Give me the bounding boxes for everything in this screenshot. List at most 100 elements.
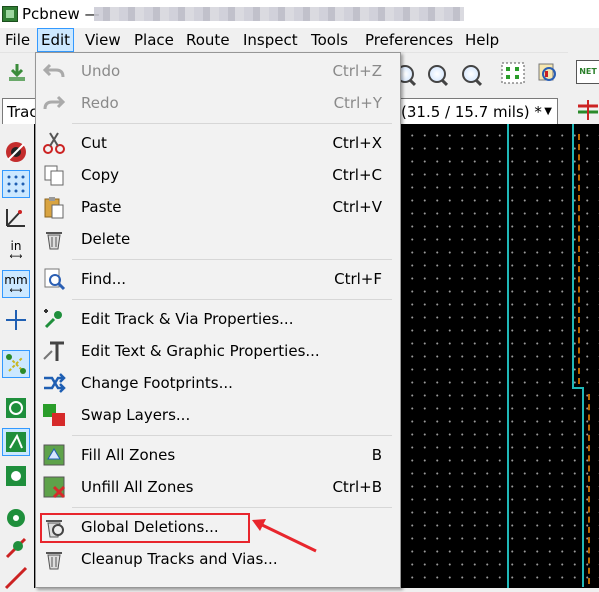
swap-layers-icon (42, 403, 66, 427)
title-bar: Pcbnew — (0, 0, 599, 28)
menu-edit[interactable]: Edit (37, 28, 75, 52)
inspect-footprint-icon[interactable] (536, 61, 558, 83)
menu-item-undo[interactable]: Undo Ctrl+Z (36, 55, 400, 87)
menu-item-unfill-all-zones[interactable]: Unfill All Zones Ctrl+B (36, 471, 400, 503)
menu-item-find[interactable]: Find... Ctrl+F (36, 263, 400, 295)
menu-item-label: Paste (81, 198, 122, 216)
netlist-icon[interactable] (500, 61, 525, 84)
menu-item-label: Cleanup Tracks and Vias... (81, 550, 278, 568)
menu-item-label: Copy (81, 166, 120, 184)
menu-bar: File Edit View Place Route Inspect Tools… (0, 28, 599, 52)
polar-coords-icon[interactable] (2, 204, 30, 232)
menu-item-shortcut: B (371, 446, 382, 464)
menu-item-label: Find... (81, 270, 127, 288)
menu-item-shortcut: Ctrl+B (332, 478, 382, 496)
pcb-canvas[interactable] (402, 124, 599, 588)
menu-item-paste[interactable]: Paste Ctrl+V (36, 191, 400, 223)
annotation-arrow-icon (252, 519, 317, 553)
menu-item-label: Fill All Zones (81, 446, 176, 464)
units-inch-button[interactable]: in ⟷ (2, 236, 30, 264)
menu-item-copy[interactable]: Copy Ctrl+C (36, 159, 400, 191)
blurred-title-path (94, 7, 464, 21)
menu-separator (72, 123, 392, 124)
menu-item-shortcut: Ctrl+F (334, 270, 382, 288)
copy-icon (42, 163, 66, 187)
menu-item-label: Redo (81, 94, 119, 112)
menu-preferences[interactable]: Preferences (362, 31, 456, 49)
menu-inspect[interactable]: Inspect (240, 31, 301, 49)
menu-item-label: Change Footprints... (81, 374, 233, 392)
units-mm-button[interactable]: mm ⟷ (2, 270, 30, 298)
menu-item-fill-all-zones[interactable]: Fill All Zones B (36, 439, 400, 471)
menu-item-delete[interactable]: Delete (36, 223, 400, 255)
via-size-value: (31.5 / 15.7 mils) * (401, 103, 542, 121)
text-graphic-icon (42, 339, 66, 363)
right-toolbar: NET (568, 52, 599, 124)
menu-place[interactable]: Place (131, 31, 177, 49)
find-icon (42, 267, 66, 291)
menu-item-shortcut: Ctrl+V (332, 198, 382, 216)
menu-item-swap-layers[interactable]: Swap Layers... (36, 399, 400, 431)
via-size-select[interactable]: (31.5 / 15.7 mils) * ▼ (396, 98, 558, 126)
menu-file[interactable]: File (2, 31, 33, 49)
left-toolbar: in ⟷ mm ⟷ (0, 124, 35, 590)
cleanup-icon (42, 547, 66, 571)
undo-icon (42, 59, 66, 83)
track-via-icon (42, 307, 66, 331)
zone-fill-icon[interactable] (2, 428, 30, 456)
menu-route[interactable]: Route (183, 31, 233, 49)
scissors-icon (42, 131, 66, 155)
zone-outline-icon[interactable] (2, 394, 30, 422)
zoom-fit-icon[interactable] (462, 65, 480, 83)
via-sketch-icon[interactable] (2, 534, 30, 562)
highlight-net-icon[interactable] (576, 100, 599, 122)
menu-item-label: Unfill All Zones (81, 478, 194, 496)
ratsnest-icon[interactable] (2, 350, 30, 378)
net-inspector-icon[interactable]: NET (576, 60, 599, 84)
grid-toggle-icon[interactable] (2, 170, 30, 198)
courtyard-line (588, 394, 590, 584)
fill-zones-icon (42, 443, 66, 467)
menu-item-label: Swap Layers... (81, 406, 191, 424)
menu-help[interactable]: Help (462, 31, 502, 49)
units-mm-label: mm (4, 273, 28, 287)
menu-item-edit-text-graphic[interactable]: Edit Text & Graphic Properties... (36, 335, 400, 367)
unfill-zones-icon (42, 475, 66, 499)
board-edge-line (507, 124, 509, 588)
menu-item-shortcut: Ctrl+X (332, 134, 382, 152)
menu-separator (72, 299, 392, 300)
menu-separator (72, 507, 392, 508)
cursor-shape-icon[interactable] (2, 306, 30, 334)
pcbnew-app-icon (2, 6, 18, 22)
paste-icon (42, 195, 66, 219)
menu-tools[interactable]: Tools (308, 31, 351, 49)
menu-separator (72, 259, 392, 260)
menu-item-edit-track-via[interactable]: Edit Track & Via Properties... (36, 303, 400, 335)
menu-item-label: Edit Track & Via Properties... (81, 310, 294, 328)
units-inch-label: in (10, 239, 22, 253)
trash-icon (42, 227, 66, 251)
menu-item-shortcut: Ctrl+Y (333, 94, 382, 112)
menu-item-change-footprints[interactable]: Change Footprints... (36, 367, 400, 399)
menu-view[interactable]: View (82, 31, 124, 49)
menu-item-redo[interactable]: Redo Ctrl+Y (36, 87, 400, 119)
annotation-highlight-box (40, 513, 250, 543)
menu-separator (72, 435, 392, 436)
redo-icon (42, 91, 66, 115)
exchange-icon (42, 371, 66, 395)
zoom-out-icon[interactable] (428, 65, 446, 83)
drc-off-icon[interactable] (2, 138, 30, 166)
menu-item-label: Undo (81, 62, 121, 80)
menu-item-cut[interactable]: Cut Ctrl+X (36, 127, 400, 159)
arrow-both-icon: ⟷ (9, 286, 23, 296)
menu-item-shortcut: Ctrl+C (332, 166, 382, 184)
pad-sketch-icon[interactable] (2, 504, 30, 532)
save-icon[interactable] (6, 61, 28, 83)
zone-hide-icon[interactable] (2, 462, 30, 490)
chevron-down-icon: ▼ (544, 106, 552, 117)
board-edge-line (572, 124, 574, 389)
menu-item-cleanup-tracks[interactable]: Cleanup Tracks and Vias... (36, 543, 400, 575)
net-label: NET (579, 67, 597, 76)
menu-item-label: Delete (81, 230, 131, 248)
menu-item-label: Edit Text & Graphic Properties... (81, 342, 320, 360)
